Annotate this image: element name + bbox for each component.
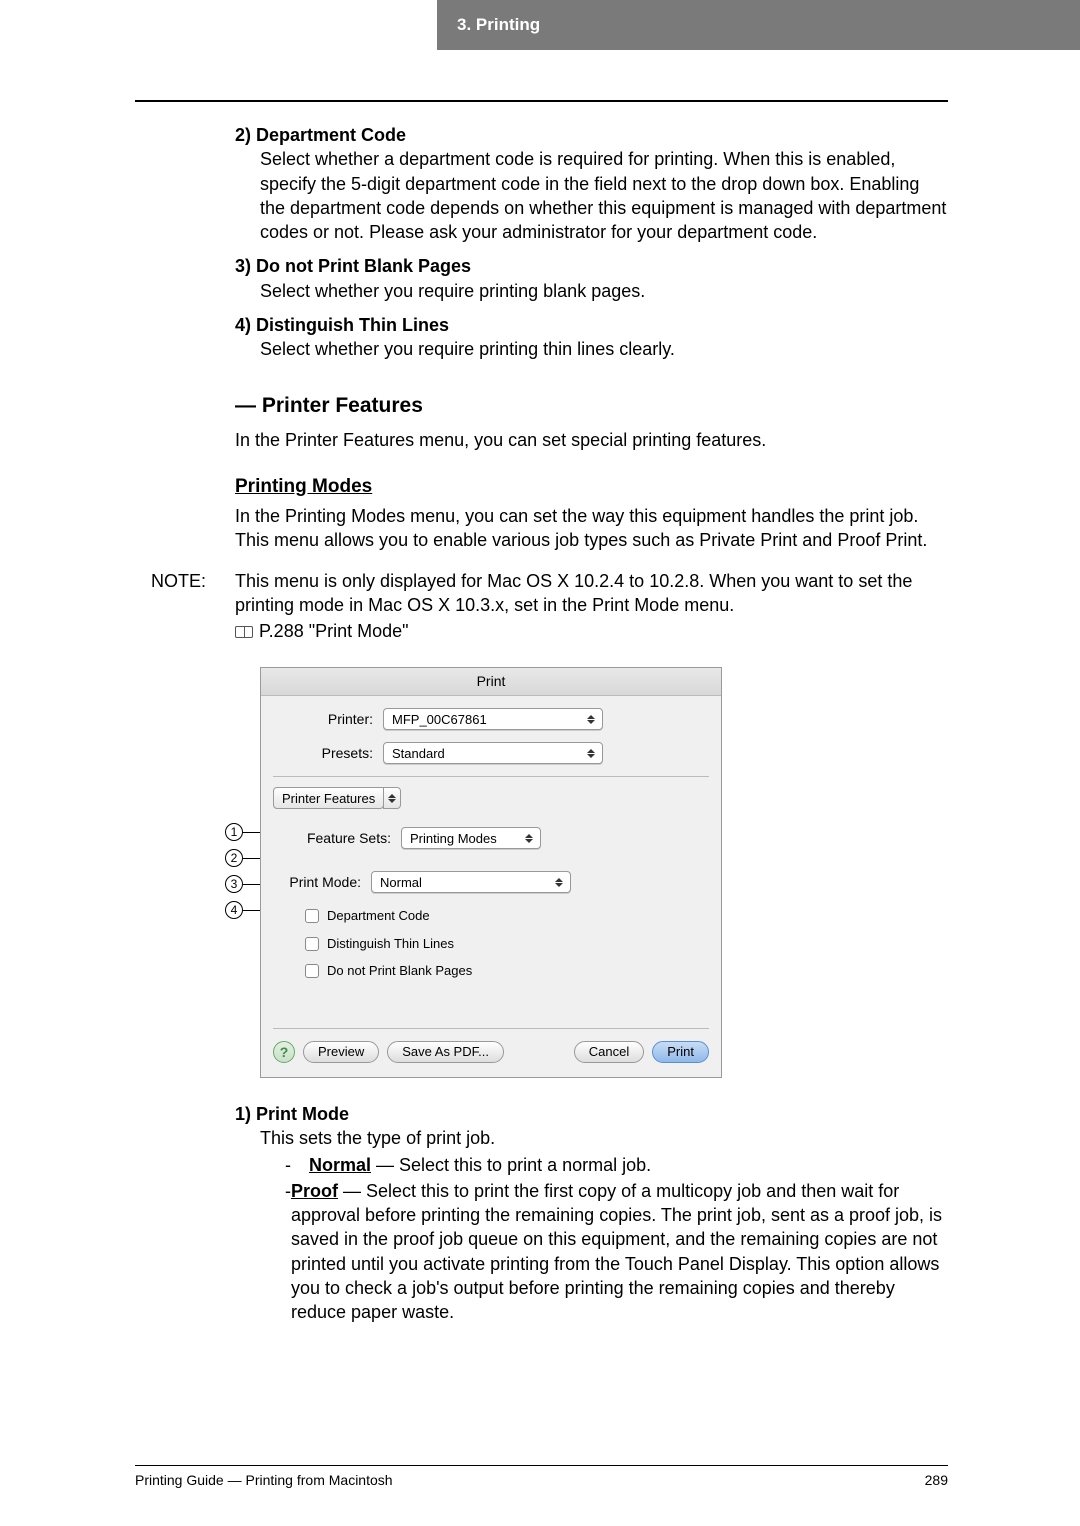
chapter-header: 3. Printing [437,0,1080,50]
callout-4: 4 [225,901,243,919]
cancel-label: Cancel [589,1043,629,1061]
item-num: 4) [235,315,251,335]
item-intro: This sets the type of print job. [260,1126,948,1150]
checkbox-blank-pages[interactable] [305,964,319,978]
printer-value: MFP_00C67861 [392,711,487,729]
callout-1: 1 [225,823,243,841]
book-ref: P.288 "Print Mode" [235,619,409,643]
opt-name-proof: Proof [291,1181,338,1201]
note-row: NOTE: This menu is only displayed for Ma… [235,569,948,644]
item-body: Select whether you require printing thin… [235,337,948,361]
note-text: This menu is only displayed for Mac OS X… [235,571,912,615]
dialog-title: Print [261,668,721,696]
book-icon [235,626,253,638]
note-body: This menu is only displayed for Mac OS X… [235,569,948,644]
print-mode-value: Normal [380,874,422,892]
feature-sets-dropdown[interactable]: Printing Modes [401,827,541,849]
section-heading-printer-features: — Printer Features [235,392,948,420]
printer-label: Printer: [261,710,383,729]
checkbox-department-code[interactable] [305,909,319,923]
sub-body: In the Printing Modes menu, you can set … [235,504,948,553]
separator [273,1028,709,1029]
cb-label-dept-code: Department Code [327,907,430,925]
chevron-updown-icon[interactable] [383,787,401,809]
cancel-button[interactable]: Cancel [574,1041,644,1063]
list-item: - Normal — Select this to print a normal… [285,1153,948,1177]
list-item: - Proof — Select this to print the first… [285,1179,948,1325]
presets-label: Presets: [261,744,383,763]
opt-text: — Select this to print the first copy of… [291,1181,942,1322]
page-content: 2) Department Code Select whether a depa… [235,123,948,1335]
page-footer: Printing Guide — Printing from Macintosh… [135,1472,948,1488]
chapter-title: 3. Printing [457,15,540,35]
footer-left: Printing Guide — Printing from Macintosh [135,1472,393,1488]
item-blank-pages: 3) Do not Print Blank Pages Select wheth… [235,254,948,303]
preview-button[interactable]: Preview [303,1041,379,1063]
checkbox-thin-lines[interactable] [305,937,319,951]
callout-2: 2 [225,849,243,867]
item-title: Distinguish Thin Lines [256,315,449,335]
item-body: Select whether a department code is requ… [235,147,948,244]
item-num: 1) [235,1104,251,1124]
chevron-updown-icon [522,828,536,848]
print-button[interactable]: Print [652,1041,709,1063]
note-ref-text: P.288 "Print Mode" [259,621,409,641]
chevron-updown-icon [584,709,598,729]
cb-label-blank-pages: Do not Print Blank Pages [327,962,472,980]
pane-dropdown[interactable]: Printer Features [273,787,384,809]
item-title: Print Mode [256,1104,349,1124]
printer-dropdown[interactable]: MFP_00C67861 [383,708,603,730]
footer-rule [135,1465,948,1466]
item-body: Select whether you require printing blan… [235,279,948,303]
note-label: NOTE: [151,569,235,644]
section-intro: In the Printer Features menu, you can se… [235,428,948,452]
item-title: Do not Print Blank Pages [256,256,471,276]
page-number: 289 [925,1472,948,1488]
separator [273,776,709,777]
print-mode-label: Print Mode: [261,873,371,892]
opt-text: — Select this to print a normal job. [371,1155,651,1175]
save-as-pdf-button[interactable]: Save As PDF... [387,1041,504,1063]
chevron-updown-icon [552,872,566,892]
opt-name-normal: Normal [309,1155,371,1175]
dialog-wrapper: 1 2 3 4 Print Printer: MFP_00C67861 Pres… [260,667,948,1078]
item-thin-lines: 4) Distinguish Thin Lines Select whether… [235,313,948,362]
cb-label-thin-lines: Distinguish Thin Lines [327,935,454,953]
print-dialog: Print Printer: MFP_00C67861 Presets: Sta… [260,667,722,1078]
pane-value: Printer Features [282,790,375,808]
preview-label: Preview [318,1043,364,1061]
feature-sets-label: Feature Sets: [261,829,401,848]
item-dept-code: 2) Department Code Select whether a depa… [235,123,948,244]
top-rule [135,100,948,102]
item-print-mode: 1) Print Mode This sets the type of prin… [235,1102,948,1325]
item-title: Department Code [256,125,406,145]
print-mode-dropdown[interactable]: Normal [371,871,571,893]
print-label: Print [667,1043,694,1061]
callout-3: 3 [225,875,243,893]
help-button[interactable]: ? [273,1041,295,1063]
item-num: 3) [235,256,251,276]
save-pdf-label: Save As PDF... [402,1043,489,1061]
feature-sets-value: Printing Modes [410,830,497,848]
item-num: 2) [235,125,251,145]
presets-value: Standard [392,745,445,763]
chevron-updown-icon [584,743,598,763]
sub-heading-printing-modes: Printing Modes [235,474,948,500]
presets-dropdown[interactable]: Standard [383,742,603,764]
